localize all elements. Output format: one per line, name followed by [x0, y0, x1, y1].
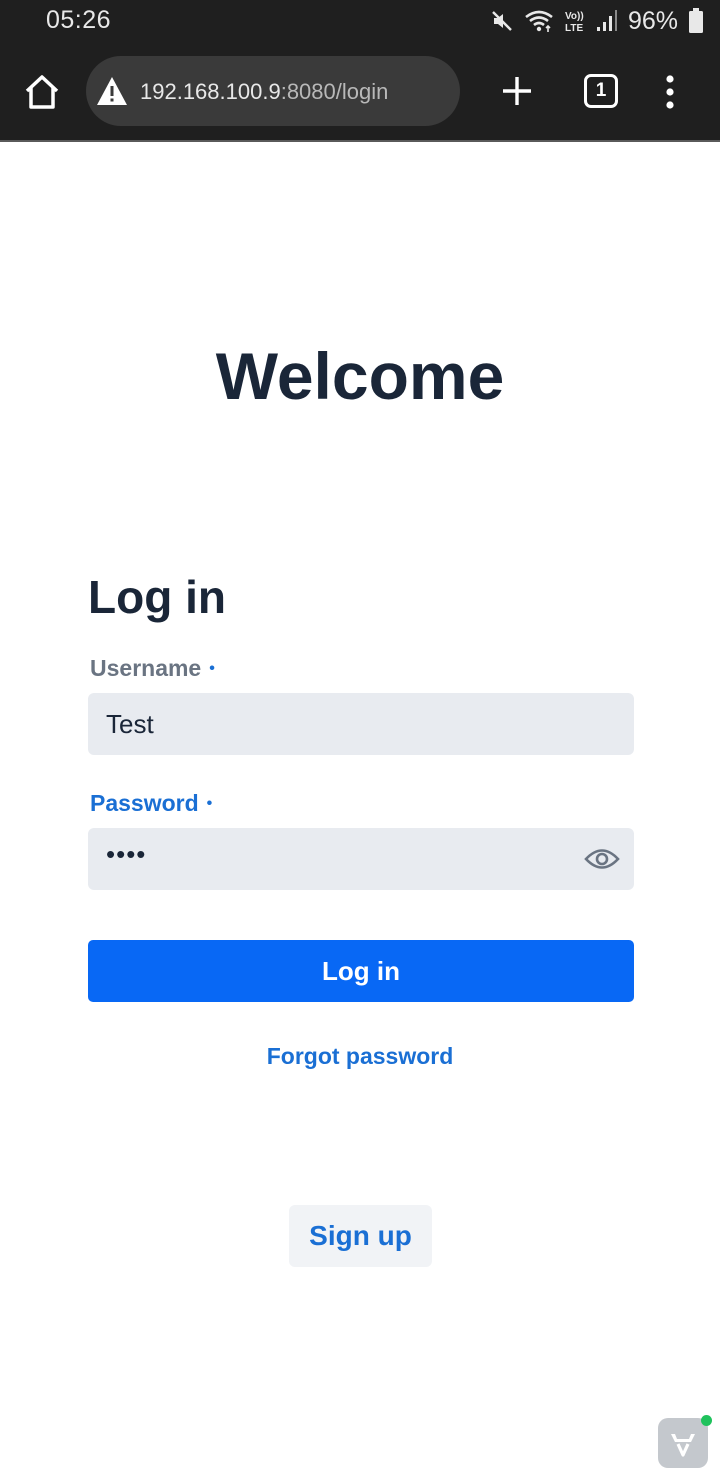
username-field[interactable]: Test: [88, 693, 634, 755]
url-path: :8080/login: [280, 79, 389, 104]
welcome-title: Welcome: [215, 339, 505, 413]
status-icons: Vo)) LTE 96%: [490, 6, 704, 36]
svg-text:LTE: LTE: [565, 23, 583, 34]
url-host: 192.168.100.9: [140, 79, 281, 104]
address-bar[interactable]: 192.168.100.9:8080/login: [86, 56, 460, 126]
password-label: Password •: [90, 790, 212, 817]
password-label-text: Password: [90, 790, 199, 816]
status-bar: 05:26 Vo)) LTE 96%: [0, 0, 720, 42]
vaadin-logo-icon: [671, 1434, 695, 1457]
status-time: 05:26: [46, 6, 112, 34]
more-vert-icon[interactable]: [660, 74, 680, 110]
dev-tools-badge[interactable]: [658, 1415, 712, 1468]
url-text: 192.168.100.9:8080/login: [140, 79, 388, 105]
status-dot: [701, 1415, 712, 1426]
toolbar-divider: [0, 140, 720, 142]
username-label: Username •: [90, 655, 215, 682]
eye-icon[interactable]: [584, 846, 620, 872]
signup-button[interactable]: Sign up: [289, 1205, 432, 1267]
wifi-icon: [525, 10, 553, 32]
home-icon[interactable]: [22, 72, 62, 112]
signal-icon: [596, 10, 617, 31]
required-marker: •: [209, 660, 215, 677]
warning-icon[interactable]: [96, 76, 128, 106]
battery-percent: 96%: [627, 6, 678, 35]
tabs-icon[interactable]: 1: [584, 74, 618, 108]
mute-icon: [492, 11, 512, 31]
username-label-text: Username: [90, 655, 202, 681]
browser-toolbar: 192.168.100.9:8080/login 1: [0, 42, 720, 140]
username-value: Test: [106, 709, 154, 739]
forgot-password-link: Forgot password: [0, 1043, 720, 1070]
password-value: ••••: [106, 839, 147, 869]
password-field[interactable]: ••••: [88, 828, 634, 890]
required-marker: •: [206, 795, 213, 812]
forgot-password-text[interactable]: Forgot password: [267, 1043, 454, 1069]
svg-text:Vo)): Vo)): [565, 11, 584, 22]
volte-icon: Vo)) LTE: [565, 11, 584, 34]
login-heading: Log in: [88, 571, 226, 623]
battery-icon: [689, 8, 703, 33]
plus-icon[interactable]: [500, 74, 534, 108]
login-button[interactable]: Log in: [88, 940, 634, 1002]
